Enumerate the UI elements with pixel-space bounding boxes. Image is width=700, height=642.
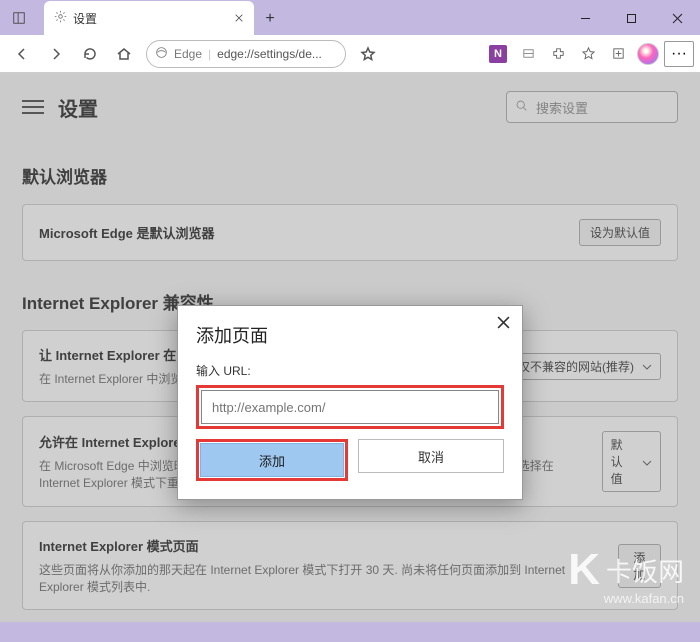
add-button-highlight: 添加	[196, 439, 348, 481]
add-page-dialog: 添加页面 输入 URL: 添加 取消	[177, 305, 523, 500]
address-url: edge://settings/de...	[217, 47, 322, 61]
onenote-extension-icon[interactable]: N	[484, 40, 512, 68]
dialog-title: 添加页面	[196, 322, 504, 348]
extension-icon-1[interactable]	[514, 40, 542, 68]
url-input-highlight	[196, 385, 504, 429]
new-tab-button[interactable]: +	[254, 3, 286, 35]
extensions-button[interactable]	[544, 40, 572, 68]
browser-toolbar: Edge | edge://settings/de... N ···	[0, 35, 700, 73]
address-bar[interactable]: Edge | edge://settings/de...	[146, 40, 346, 68]
minimize-button[interactable]	[562, 1, 608, 35]
back-button[interactable]	[6, 38, 38, 70]
home-button[interactable]	[108, 38, 140, 70]
dialog-backdrop[interactable]: 添加页面 输入 URL: 添加 取消	[0, 73, 700, 622]
window-controls	[562, 1, 700, 35]
tab-title: 设置	[73, 10, 97, 27]
dialog-cancel-button[interactable]: 取消	[358, 439, 504, 473]
dialog-url-label: 输入 URL:	[196, 362, 504, 379]
favorite-button[interactable]	[352, 38, 384, 70]
close-window-button[interactable]	[654, 1, 700, 35]
address-app-label: Edge	[174, 47, 202, 61]
collections-button[interactable]	[604, 40, 632, 68]
gear-icon	[54, 10, 67, 26]
profile-button[interactable]	[634, 40, 662, 68]
browser-tab[interactable]: 设置	[44, 1, 254, 35]
maximize-button[interactable]	[608, 1, 654, 35]
page-content: 设置 搜索设置 默认浏览器 Microsoft Edge 是默认浏览器 设为默认…	[0, 73, 700, 622]
refresh-button[interactable]	[74, 38, 106, 70]
window-titlebar: 设置 +	[0, 0, 700, 35]
more-menu-button[interactable]: ···	[664, 41, 694, 67]
dialog-add-button[interactable]: 添加	[200, 443, 344, 477]
tab-actions-button[interactable]	[0, 1, 38, 35]
favorites-button[interactable]	[574, 40, 602, 68]
url-input[interactable]	[201, 390, 499, 424]
forward-button[interactable]	[40, 38, 72, 70]
edge-icon	[155, 46, 168, 62]
dialog-close-button[interactable]	[497, 316, 510, 332]
tab-close-button[interactable]	[234, 10, 244, 26]
